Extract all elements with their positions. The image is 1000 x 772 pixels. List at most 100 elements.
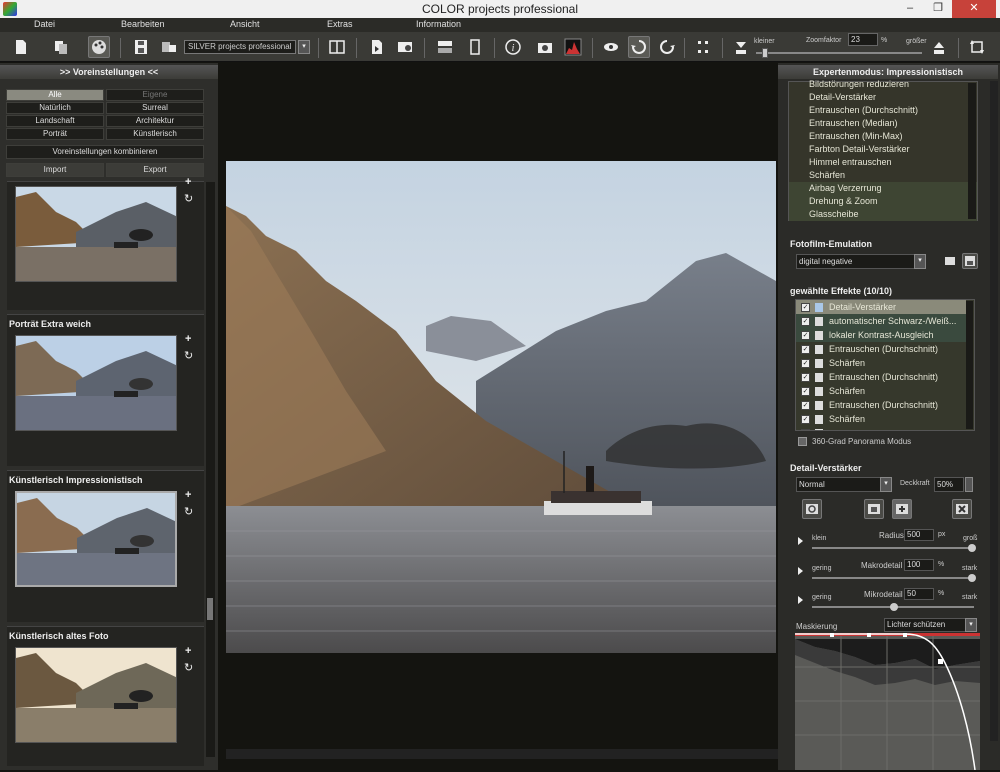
export-button[interactable]: Export xyxy=(106,163,204,177)
effect-item[interactable]: Himmel entrauschen xyxy=(789,156,977,169)
selected-effect-row[interactable]: ✓ Schärfen xyxy=(796,384,966,398)
combine-presets-button[interactable]: Voreinstellungen kombinieren xyxy=(6,145,204,159)
film-emulation-select[interactable]: digital negative xyxy=(796,254,916,269)
menu-information[interactable]: Information xyxy=(416,19,461,29)
micro-slider-knob[interactable] xyxy=(890,603,898,611)
main-photo[interactable] xyxy=(226,161,776,653)
effect-item[interactable]: Farbton Detail-Verstärker xyxy=(789,143,977,156)
effect-item[interactable]: Glasscheibe xyxy=(789,208,977,221)
batch-icon[interactable] xyxy=(366,36,388,58)
add-preset-icon[interactable]: + xyxy=(185,489,191,501)
masking-curve[interactable] xyxy=(795,633,980,771)
filter-surreal[interactable]: Surreal xyxy=(106,102,204,114)
preset-thumbnail[interactable] xyxy=(15,186,177,282)
effects-list[interactable]: Bildstörungen reduzieren Detail-Verstärk… xyxy=(788,78,978,221)
rotate-icon[interactable] xyxy=(966,36,988,58)
zoom-slider-track[interactable] xyxy=(756,52,922,54)
macro-expand-icon[interactable] xyxy=(798,567,803,575)
selected-effect-row[interactable]: ✓ Entrauschen (Durchschnitt) xyxy=(796,370,966,384)
presets-scrollbar[interactable] xyxy=(206,182,215,757)
filter-kuenstlerisch[interactable]: Künstlerisch xyxy=(106,128,204,140)
film-options-icon[interactable] xyxy=(942,253,958,269)
minimize-button[interactable]: – xyxy=(896,0,924,18)
selected-effects-scrollbar[interactable] xyxy=(966,301,973,429)
filter-architektur[interactable]: Architektur xyxy=(106,115,204,127)
preset-thumbnail[interactable] xyxy=(15,335,177,431)
refresh-preset-icon[interactable]: ↻ xyxy=(184,349,193,362)
reset-effect-icon[interactable] xyxy=(802,499,822,519)
filter-natuerlich[interactable]: Natürlich xyxy=(6,102,104,114)
preset-card[interactable]: Porträt Extra weich + ↻ xyxy=(7,314,204,466)
menu-extras[interactable]: Extras xyxy=(327,19,353,29)
zoom-input[interactable]: 23 xyxy=(848,33,878,46)
effect-item[interactable]: Entrauschen (Durchschnitt) xyxy=(789,104,977,117)
radius-slider-track[interactable] xyxy=(812,547,974,549)
selected-effects-list[interactable]: ✓ Detail-Verstärker ✓ automatischer Schwar… xyxy=(795,299,975,431)
preset-dropdown-button[interactable]: ▾ xyxy=(298,40,310,54)
crop-icon[interactable] xyxy=(464,36,486,58)
preset-select[interactable]: SILVER projects professional xyxy=(184,40,296,54)
compare-icon[interactable] xyxy=(326,36,348,58)
preset-thumbnail[interactable] xyxy=(15,491,177,587)
filter-landschaft[interactable]: Landschaft xyxy=(6,115,104,127)
add-preset-icon[interactable]: + xyxy=(185,645,191,657)
presets-icon[interactable] xyxy=(88,36,110,58)
radius-slider-knob[interactable] xyxy=(968,544,976,552)
import-button[interactable]: Import xyxy=(6,163,104,177)
export-plugin-icon[interactable] xyxy=(158,36,180,58)
fit-icon[interactable] xyxy=(692,36,714,58)
presets-header[interactable]: >> Voreinstellungen << xyxy=(0,65,218,79)
split-view-icon[interactable] xyxy=(434,36,456,58)
preset-card[interactable]: Künstlerisch altes Foto + ↻ xyxy=(7,626,204,766)
opacity-spinner[interactable] xyxy=(965,477,973,492)
preset-card-selected[interactable]: Künstlerisch Impressionistisch + ↻ xyxy=(7,470,204,622)
zoom-slider-knob[interactable] xyxy=(762,48,768,58)
selected-effect-row[interactable]: ✓ Schärfen xyxy=(796,412,966,426)
preset-thumbnail[interactable] xyxy=(15,647,177,743)
histogram-icon[interactable] xyxy=(562,36,584,58)
effect-item[interactable]: Drehung & Zoom xyxy=(789,195,977,208)
effect-item[interactable]: Entrauschen (Min-Max) xyxy=(789,130,977,143)
exif-icon[interactable] xyxy=(534,36,556,58)
zoom-out-icon[interactable] xyxy=(730,36,752,58)
effect-item[interactable]: Bildstörungen reduzieren xyxy=(789,78,977,91)
add-preset-icon[interactable]: + xyxy=(185,333,191,345)
canvas-scrollbar[interactable] xyxy=(226,749,778,759)
maximize-button[interactable]: ❐ xyxy=(924,0,952,18)
blend-mode-select[interactable]: Normal xyxy=(796,477,882,492)
masking-dropdown-button[interactable]: ▾ xyxy=(965,618,977,632)
effects-list-scrollbar[interactable] xyxy=(968,83,976,219)
eye-icon[interactable] xyxy=(600,36,622,58)
remove-effect-icon[interactable] xyxy=(952,499,972,519)
new-file-icon[interactable] xyxy=(10,36,32,58)
selected-effect-row[interactable]: ✓ automatischer Schwarz-/Weiß... xyxy=(796,314,966,328)
filter-eigene[interactable]: Eigene xyxy=(106,89,204,101)
undo-icon[interactable] xyxy=(628,36,650,58)
selected-effect-row[interactable]: ✓... xyxy=(796,426,966,430)
filter-portraet[interactable]: Porträt xyxy=(6,128,104,140)
effect-item[interactable]: Detail-Verstärker xyxy=(789,91,977,104)
selected-effect-row[interactable]: ✓ Entrauschen (Durchschnitt) xyxy=(796,398,966,412)
expert-header[interactable]: Expertenmodus: Impressionistisch xyxy=(778,65,998,79)
radius-expand-icon[interactable] xyxy=(798,537,803,545)
add-preset-icon[interactable]: + xyxy=(185,176,191,188)
redo-icon[interactable] xyxy=(656,36,678,58)
refresh-preset-icon[interactable]: ↻ xyxy=(184,505,193,518)
macro-input[interactable]: 100 xyxy=(904,559,934,571)
info-icon[interactable]: i xyxy=(502,36,524,58)
preset-card[interactable]: + ↻ xyxy=(7,176,204,310)
menu-ansicht[interactable]: Ansicht xyxy=(230,19,260,29)
macro-slider-knob[interactable] xyxy=(968,574,976,582)
micro-expand-icon[interactable] xyxy=(798,596,803,604)
opacity-input[interactable]: 50% xyxy=(934,477,964,492)
save-icon[interactable] xyxy=(130,36,152,58)
close-button[interactable]: ✕ xyxy=(952,0,996,18)
selected-effect-row[interactable]: ✓ lokaler Kontrast-Ausgleich xyxy=(796,328,966,342)
refresh-preset-icon[interactable]: ↻ xyxy=(184,661,193,674)
selected-effect-row[interactable]: ✓ Detail-Verstärker xyxy=(796,300,966,314)
macro-slider-track[interactable] xyxy=(812,577,974,579)
panorama-checkbox[interactable] xyxy=(798,437,807,446)
image-canvas[interactable] xyxy=(226,63,778,770)
masking-select[interactable]: Lichter schützen xyxy=(884,618,966,632)
micro-input[interactable]: 50 xyxy=(904,588,934,600)
